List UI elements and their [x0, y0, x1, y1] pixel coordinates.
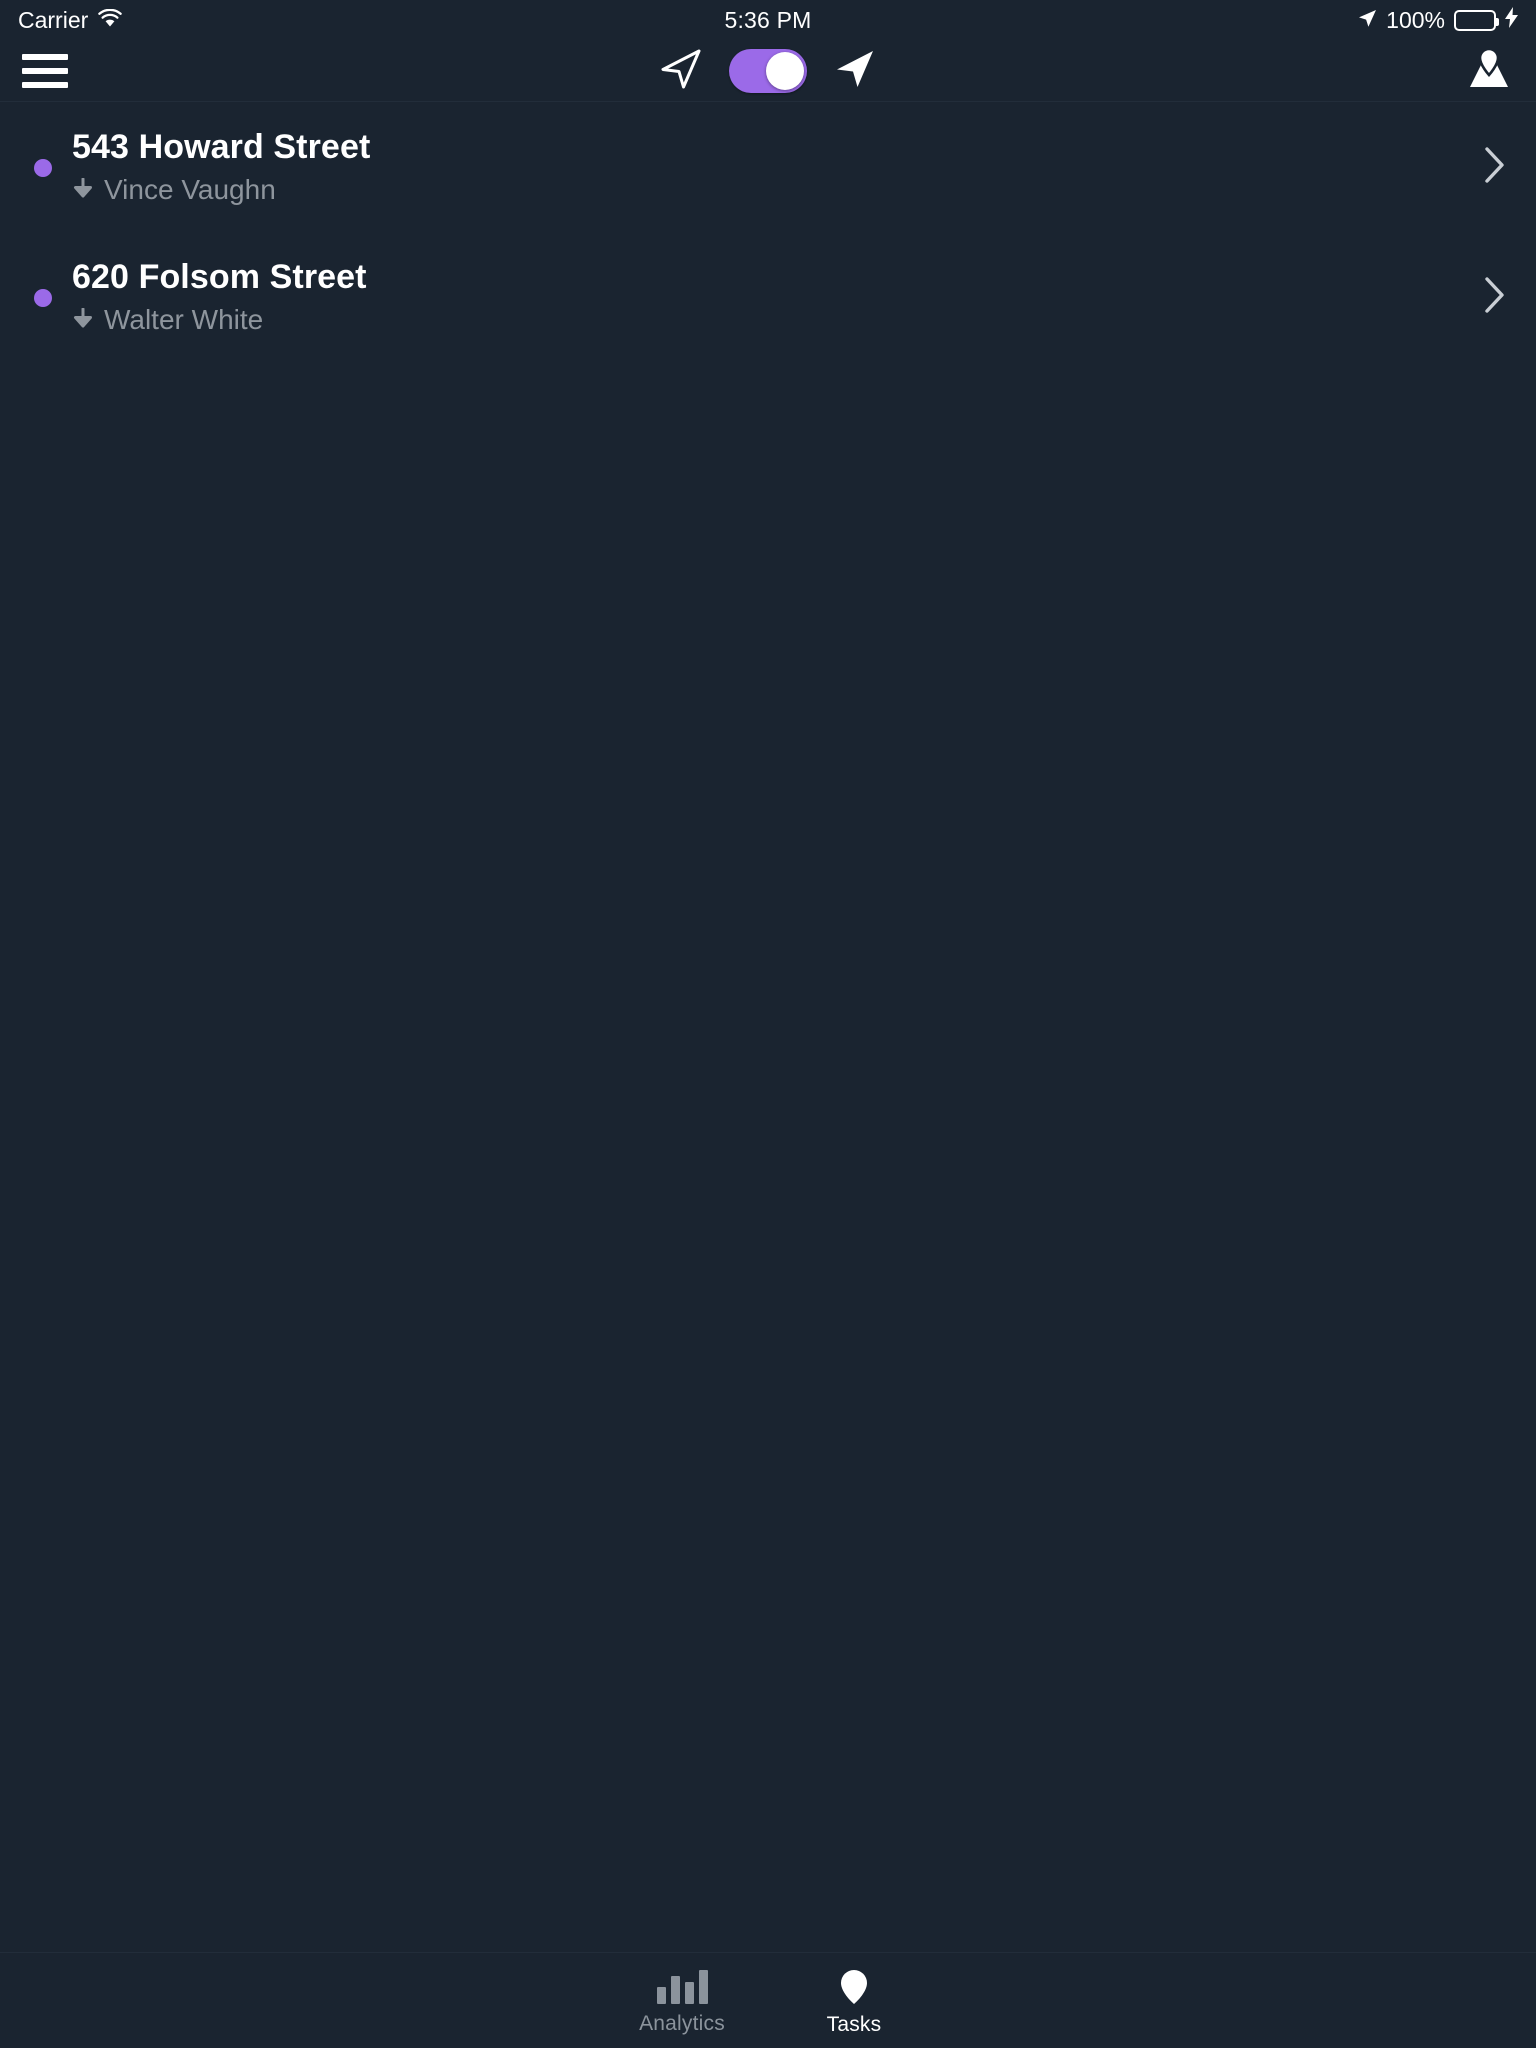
navigation-mode-toggle[interactable] [729, 49, 807, 93]
task-address: 543 Howard Street [72, 128, 371, 166]
location-arrow-icon [1358, 7, 1377, 34]
task-address: 620 Folsom Street [72, 258, 367, 297]
navigation-toggle-group [0, 40, 1536, 102]
battery-percent-label: 100% [1386, 6, 1445, 33]
task-subtitle: Walter White [72, 304, 1470, 336]
table-row[interactable]: 543 Howard Street Vince Vaughn [0, 102, 1536, 232]
navigation-bar [0, 40, 1536, 102]
chart-bar [684, 1981, 694, 2004]
status-dot [34, 289, 52, 308]
chart-bar [656, 1986, 666, 2004]
chart-bar [698, 1969, 708, 2004]
status-dot [34, 159, 52, 178]
tab-tasks[interactable]: Tasks [768, 1953, 940, 2048]
task-person-name: Walter White [104, 304, 264, 336]
chevron-right-icon[interactable] [1484, 146, 1506, 189]
task-subtitle: Vince Vaughn [72, 174, 1470, 206]
tab-analytics[interactable]: Analytics [596, 1953, 768, 2048]
navigation-arrow-filled-icon[interactable] [833, 47, 877, 96]
lightning-bolt-icon [1505, 6, 1518, 34]
dropoff-arrow-down-icon [74, 308, 92, 328]
bar-chart-icon [656, 1969, 708, 2004]
task-person-name: Vince Vaughn [104, 174, 276, 206]
table-row[interactable]: 620 Folsom Street Walter White [0, 232, 1536, 362]
chevron-right-icon[interactable] [1484, 276, 1506, 319]
battery-icon [1454, 9, 1499, 31]
status-bar-left: Carrier [18, 6, 123, 34]
navigation-arrow-outline-icon[interactable] [659, 47, 703, 96]
bottom-tab-bar: Analytics Tasks [0, 1952, 1536, 2048]
task-row-text: 543 Howard Street Vince Vaughn [72, 128, 1470, 206]
wifi-icon [98, 7, 123, 34]
task-row-text: 620 Folsom Street Walter White [72, 258, 1470, 336]
tab-tasks-label: Tasks [826, 2012, 882, 2036]
tab-analytics-label: Analytics [639, 2011, 725, 2035]
map-pin-icon [838, 1969, 870, 2005]
status-bar-clock: 5:36 PM [0, 0, 1536, 40]
app-screen: Carrier 5:36 PM 100% 543 Howard Street V… [0, 0, 1536, 2048]
status-bar: Carrier 5:36 PM 100% [0, 0, 1536, 40]
carrier-label: Carrier [18, 6, 89, 33]
chart-bar [670, 1975, 680, 2004]
dropoff-arrow-down-icon [74, 178, 92, 198]
status-bar-right: 100% [1358, 6, 1518, 34]
clock-label: 5:36 PM [724, 6, 812, 33]
task-list: 543 Howard Street Vince Vaughn 620 Folso… [0, 102, 1536, 1952]
toggle-knob [766, 52, 804, 90]
